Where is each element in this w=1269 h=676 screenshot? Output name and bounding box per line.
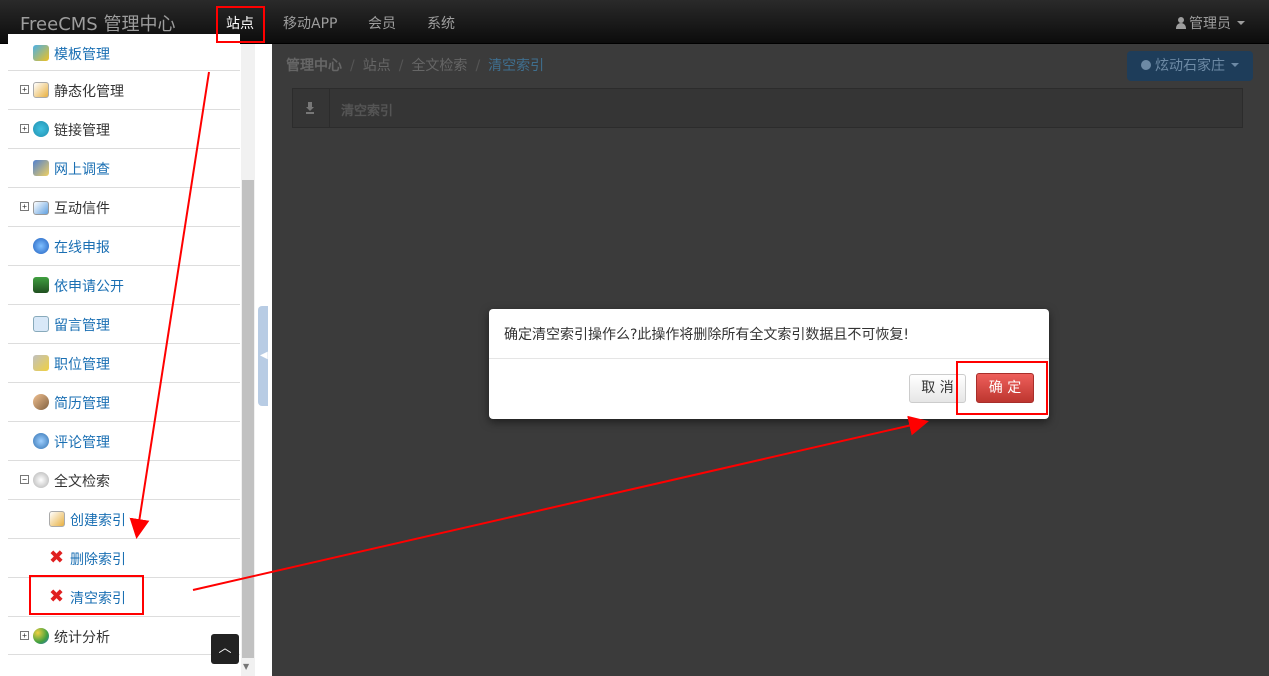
arrow-site-to-clear-index (129, 71, 210, 539)
arrow-clear-index-to-confirm (192, 415, 929, 591)
annotation-arrows (129, 71, 929, 591)
